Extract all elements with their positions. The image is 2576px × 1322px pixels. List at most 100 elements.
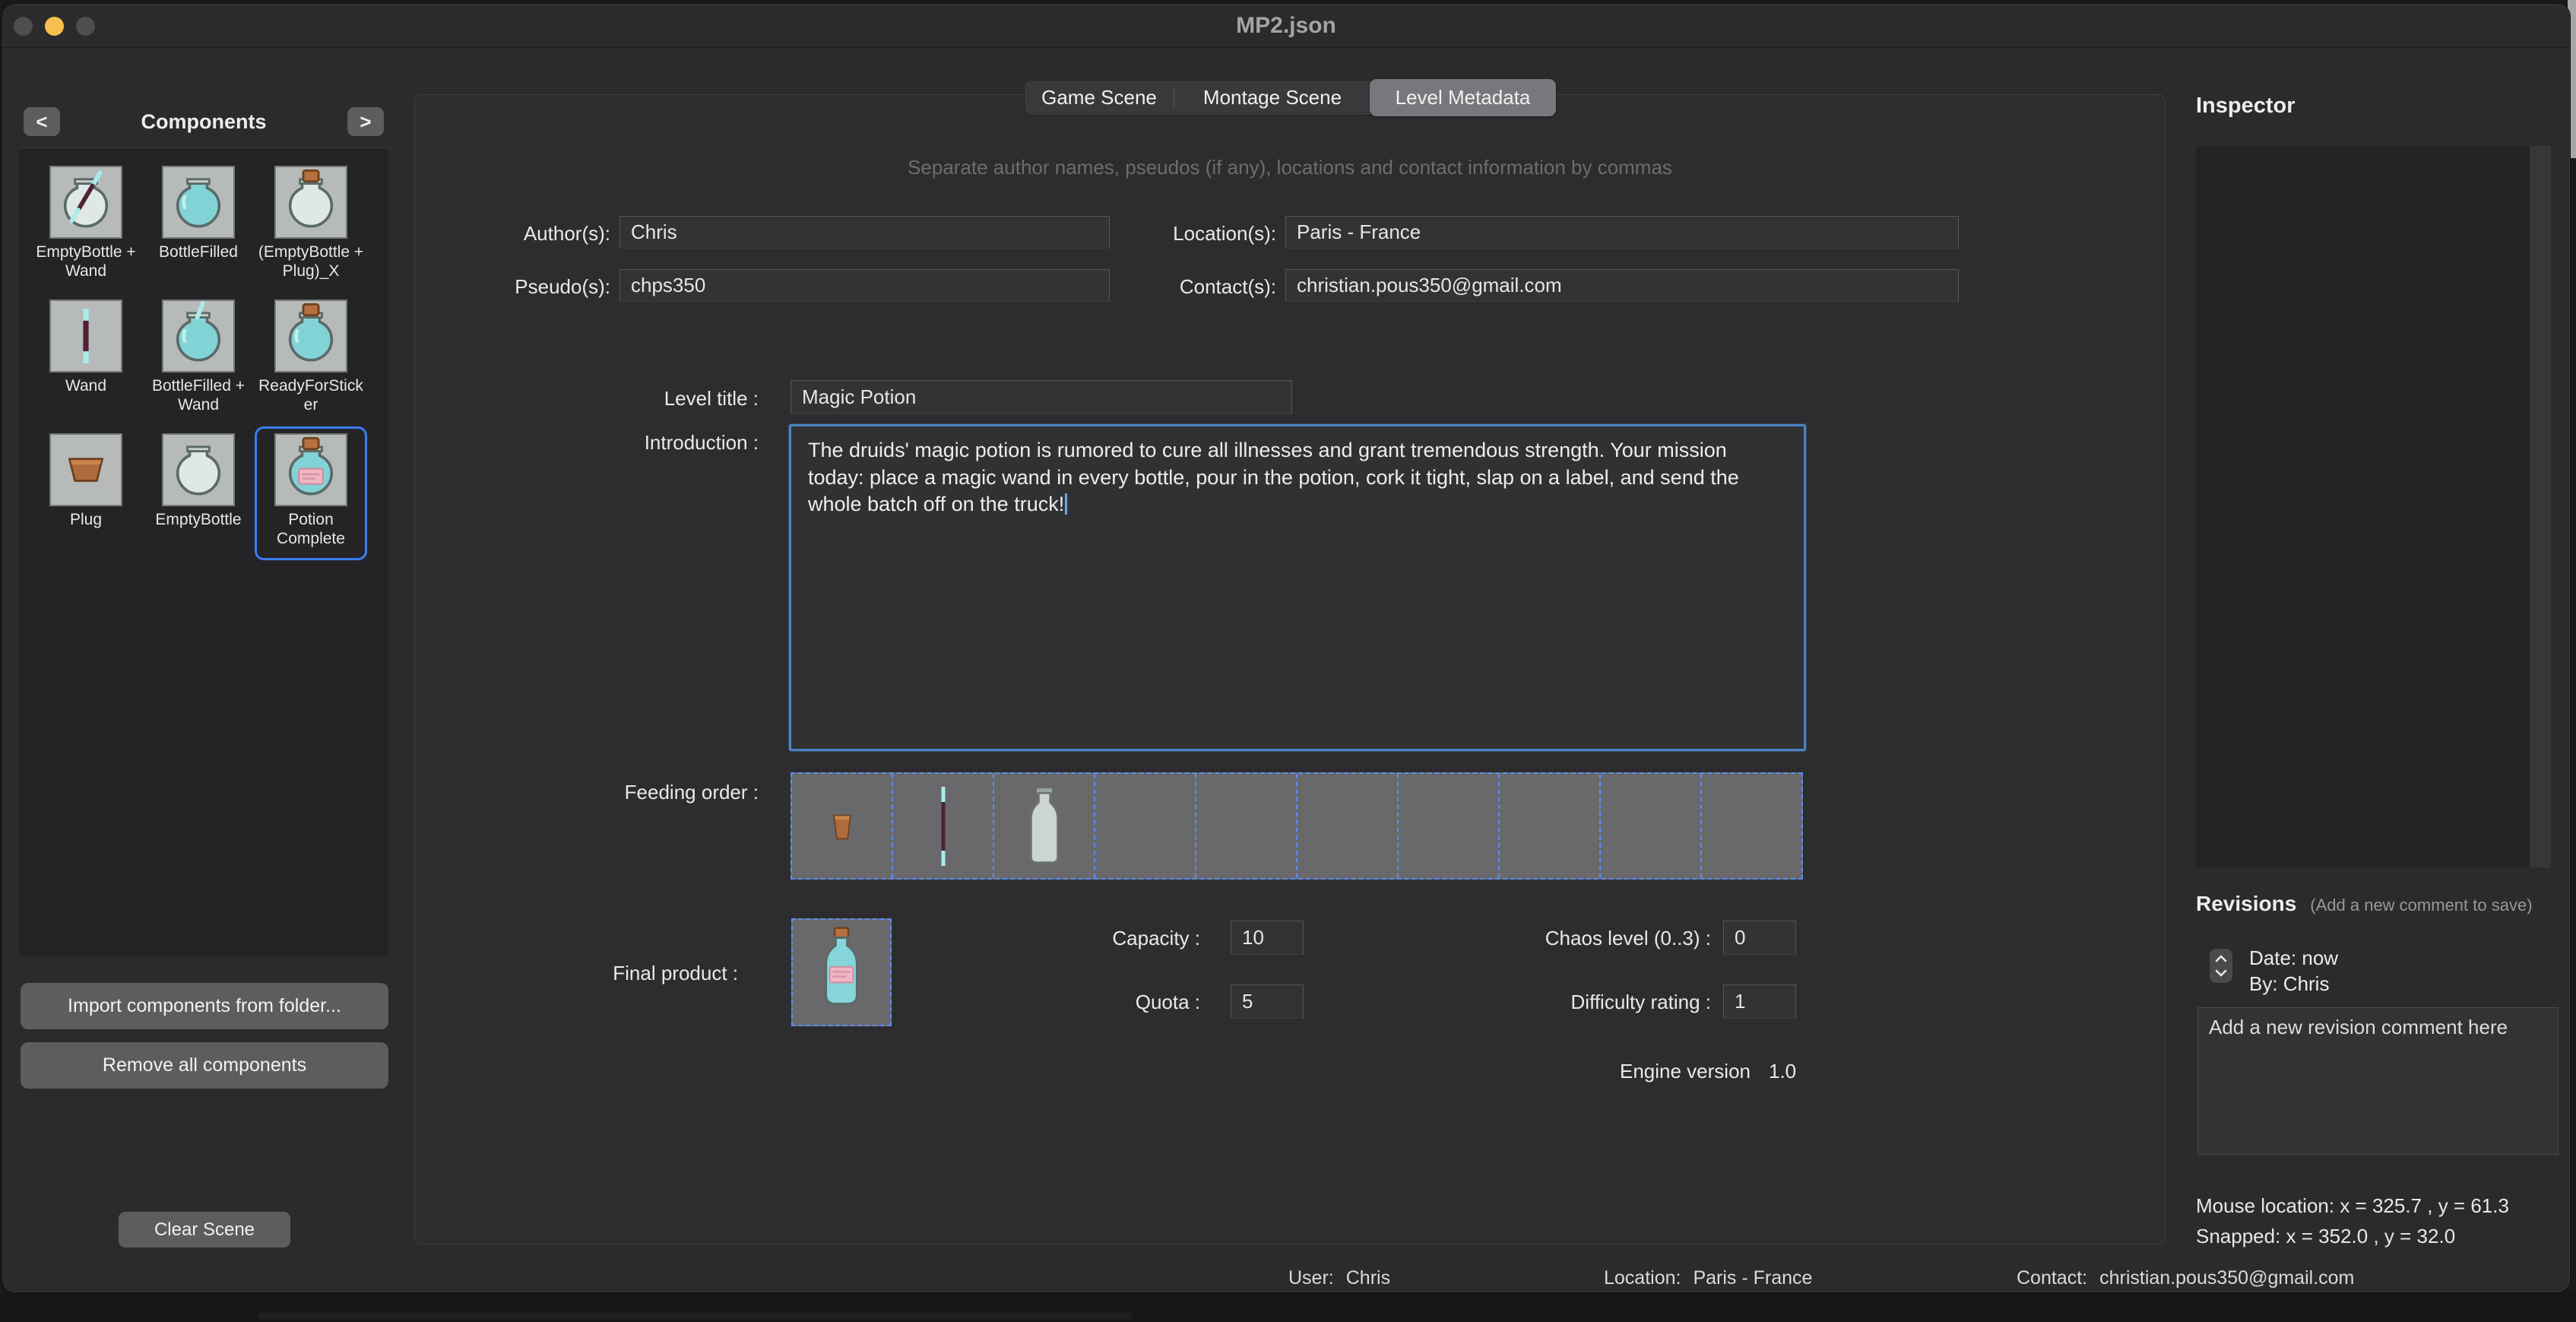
window-title: MP2.json <box>2 13 2570 39</box>
feeding-slot-3-slot-bottle[interactable] <box>993 774 1094 878</box>
authors-input[interactable] <box>619 216 1110 249</box>
import-components-button[interactable]: Import components from folder... <box>21 983 388 1029</box>
component-item-wand[interactable]: Wand <box>30 293 142 426</box>
status-user-label: User: <box>1288 1267 1334 1289</box>
component-item-label: Potion Complete <box>257 511 365 549</box>
pseudos-input[interactable] <box>619 269 1110 302</box>
status-contact-label: Contact: <box>2017 1267 2087 1289</box>
pseudos-label: Pseudo(s): <box>458 275 610 299</box>
chevron-up-icon <box>2215 955 2227 962</box>
component-item-potion-complete[interactable]: Potion Complete <box>255 426 367 560</box>
feeding-slot-7-empty[interactable] <box>1397 774 1498 878</box>
feeding-slot-8-empty[interactable] <box>1498 774 1599 878</box>
capacity-input[interactable] <box>1231 921 1304 955</box>
feeding-order-strip[interactable] <box>791 772 1803 880</box>
snapped-location-readout: Snapped: x = 352.0 , y = 32.0 <box>2196 1225 2455 1248</box>
background-window-cutoff <box>258 1312 1133 1320</box>
inspector-scrollbar[interactable] <box>2530 146 2551 867</box>
feeding-slot-4-empty[interactable] <box>1094 774 1195 878</box>
chaos-level-input[interactable] <box>1723 921 1796 955</box>
chevron-down-icon <box>2215 969 2227 977</box>
revision-date: Date: now <box>2249 946 2338 970</box>
potion-complete-icon <box>274 433 347 506</box>
tab-level-metadata[interactable]: Level Metadata <box>1370 79 1556 116</box>
remove-all-components-button[interactable]: Remove all components <box>21 1042 388 1089</box>
component-item-emptybottle-wand[interactable]: EmptyBottle + Wand <box>30 159 142 293</box>
locations-label: Location(s): <box>1127 222 1276 246</box>
level-title-label: Level title : <box>607 387 759 411</box>
authors-label: Author(s): <box>458 222 610 246</box>
component-item-label: EmptyBottle + Wand <box>32 243 140 281</box>
component-item-label: BottleFilled + Wand <box>144 377 252 415</box>
capacity-label: Capacity : <box>1051 927 1200 950</box>
status-location-label: Location: <box>1604 1267 1681 1289</box>
feeding-slot-1-slot-plug[interactable] <box>792 774 892 878</box>
engine-version: Engine version 1.0 <box>1620 1060 1796 1083</box>
introduction-textarea[interactable]: The druids' magic potion is rumored to c… <box>789 424 1806 751</box>
component-item-bottlefilled[interactable]: BottleFilled <box>142 159 255 293</box>
final-product-slot[interactable] <box>791 918 892 1026</box>
clear-scene-button[interactable]: Clear Scene <box>119 1212 290 1247</box>
mouse-location-readout: Mouse location: x = 325.7 , y = 61.3 <box>2196 1194 2509 1218</box>
difficulty-rating-label: Difficulty rating : <box>1446 991 1711 1014</box>
locations-input[interactable] <box>1285 216 1959 249</box>
feeding-order-label: Feeding order : <box>607 781 759 804</box>
components-grid: EmptyBottle + WandBottleFilled(EmptyBott… <box>19 148 388 560</box>
tab-montage-label: Montage Scene <box>1203 86 1342 109</box>
final-potion-icon <box>817 926 866 1019</box>
engine-version-label: Engine version <box>1620 1060 1751 1083</box>
component-item-label: (EmptyBottle + Plug)_X <box>257 243 365 281</box>
scene-tabbar: Game Scene Montage Scene Level Metadata <box>1024 80 1557 116</box>
tab-montage-scene[interactable]: Montage Scene <box>1174 81 1371 115</box>
difficulty-rating-input[interactable] <box>1723 984 1796 1019</box>
text-caret <box>1065 493 1067 515</box>
components-title: Components <box>63 110 344 134</box>
component-item-label: Plug <box>32 511 140 530</box>
plug-icon <box>49 433 122 506</box>
component-item-label: ReadyForSticker <box>257 377 365 415</box>
component-item-bottlefilled-wand[interactable]: BottleFilled + Wand <box>142 293 255 426</box>
feeding-slot-6-empty[interactable] <box>1296 774 1397 878</box>
bottle-filled-icon <box>162 166 235 239</box>
feeding-slot-5-empty[interactable] <box>1195 774 1296 878</box>
component-item-emptybottle[interactable]: EmptyBottle <box>142 426 255 560</box>
bottle-wand-icon <box>49 166 122 239</box>
bottle-plug-icon <box>274 166 347 239</box>
status-contact-value: christian.pous350@gmail.com <box>2099 1267 2354 1289</box>
components-next-button[interactable]: > <box>347 107 384 136</box>
status-contact: Contact: christian.pous350@gmail.com <box>2017 1267 2354 1289</box>
status-user: User: Chris <box>1288 1267 1390 1289</box>
revision-stepper[interactable] <box>2210 949 2232 983</box>
revision-comment-textarea[interactable]: Add a new revision comment here <box>2197 1007 2559 1155</box>
inspector-panel <box>2196 146 2551 867</box>
revisions-header: Revisions (Add a new comment to save) <box>2196 892 2533 916</box>
component-item-readyforsticker[interactable]: ReadyForSticker <box>255 293 367 426</box>
component-item-plug[interactable]: Plug <box>30 426 142 560</box>
component-item-label: EmptyBottle <box>144 511 252 530</box>
titlebar[interactable]: MP2.json <box>2 4 2570 48</box>
feeding-slot-2-slot-wand[interactable] <box>892 774 993 878</box>
bottle-ready-icon <box>274 300 347 373</box>
level-title-input[interactable] <box>791 380 1292 414</box>
component-item-emptybottle-plug-x[interactable]: (EmptyBottle + Plug)_X <box>255 159 367 293</box>
wand-icon <box>49 300 122 373</box>
status-location-value: Paris - France <box>1693 1267 1812 1289</box>
contacts-label: Contact(s): <box>1127 275 1276 299</box>
revisions-title: Revisions <box>2196 892 2296 916</box>
form-hint-text: Separate author names, pseudos (if any),… <box>796 156 1784 179</box>
bottle-empty-icon <box>162 433 235 506</box>
feeding-slot-10-empty[interactable] <box>1700 774 1801 878</box>
components-prev-button[interactable]: < <box>24 107 60 136</box>
bottle-filled-wand-icon <box>162 300 235 373</box>
tab-game-scene[interactable]: Game Scene <box>1025 81 1174 115</box>
inspector-title: Inspector <box>2196 94 2296 119</box>
status-user-value: Chris <box>1346 1267 1390 1289</box>
component-item-label: Wand <box>32 377 140 396</box>
status-location: Location: Paris - France <box>1604 1267 1812 1289</box>
engine-version-value: 1.0 <box>1769 1060 1796 1083</box>
contacts-input[interactable] <box>1285 269 1959 302</box>
quota-input[interactable] <box>1231 984 1304 1019</box>
final-product-label: Final product : <box>586 962 738 985</box>
introduction-label: Introduction : <box>607 431 759 455</box>
feeding-slot-9-empty[interactable] <box>1599 774 1700 878</box>
